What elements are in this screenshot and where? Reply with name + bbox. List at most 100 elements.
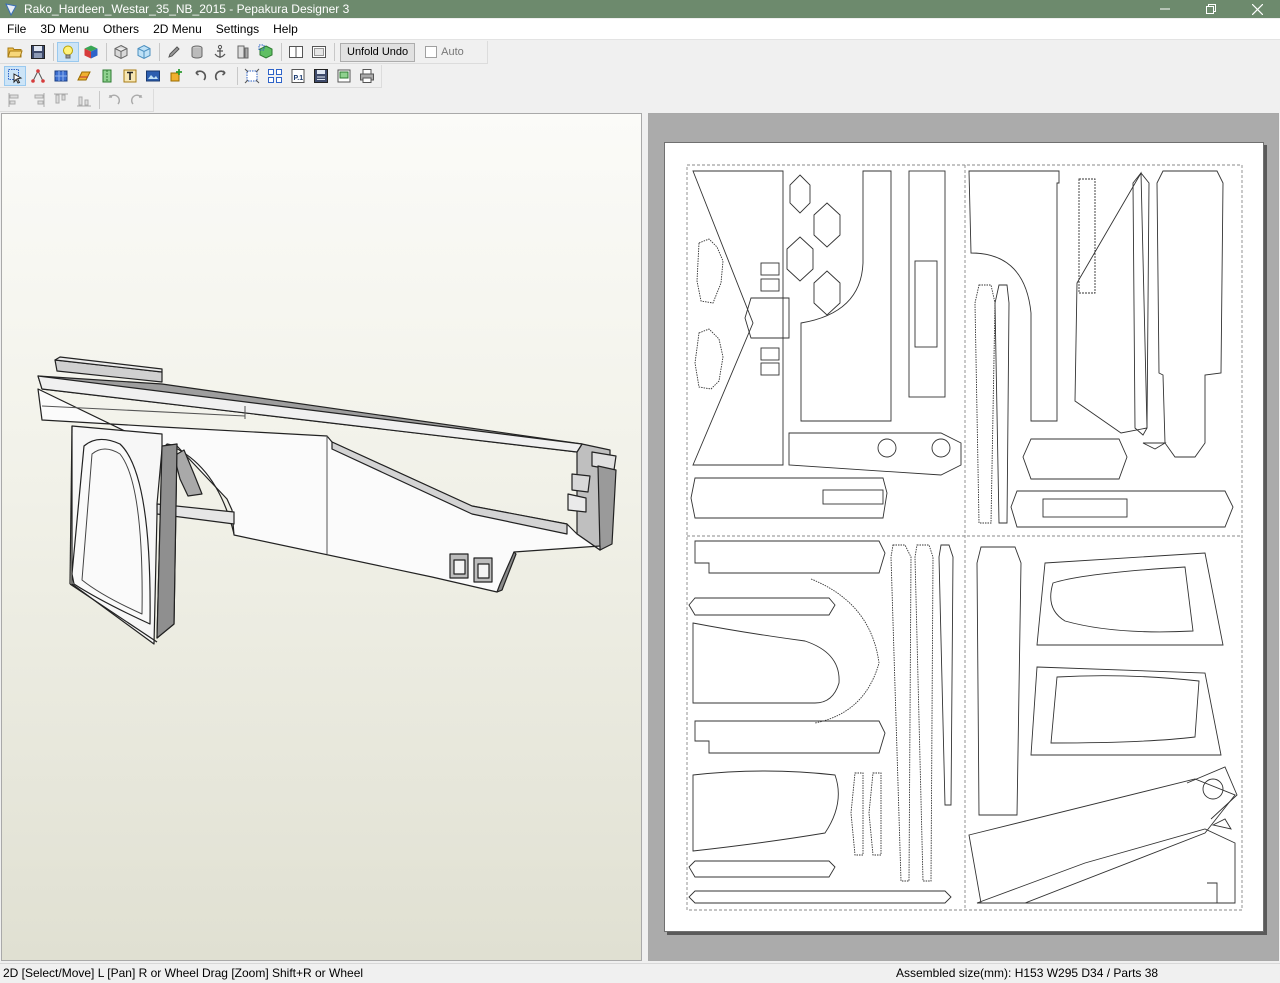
page-number-button[interactable]: P.1 — [287, 66, 309, 86]
svg-text:P.1: P.1 — [294, 75, 304, 82]
align-bottom-icon — [77, 96, 91, 107]
color-cube-icon — [84, 45, 98, 59]
color-cube-button[interactable] — [80, 42, 102, 62]
show-textures-button[interactable] — [133, 42, 155, 62]
minimize-button[interactable] — [1142, 0, 1188, 18]
print-button[interactable] — [356, 66, 378, 86]
save-button[interactable] — [27, 42, 49, 62]
cylinder-view-button[interactable] — [232, 42, 254, 62]
join-edges-icon — [31, 69, 45, 83]
textured-cube-icon — [137, 44, 151, 60]
open-file-button[interactable] — [4, 42, 26, 62]
align-right-icon — [34, 93, 45, 107]
texture-button[interactable] — [50, 66, 72, 86]
align-bottom-button[interactable] — [73, 90, 95, 110]
redo-icon — [214, 70, 226, 81]
single-pane-button[interactable] — [285, 42, 307, 62]
menu-2d[interactable]: 2D Menu — [146, 19, 209, 39]
split-view-icon — [289, 46, 303, 58]
3d-pistol-model[interactable] — [2, 114, 642, 961]
text-tool-icon — [123, 69, 137, 83]
toolbar-separator — [99, 91, 100, 109]
restore-button[interactable] — [1188, 0, 1234, 18]
close-icon — [1251, 3, 1263, 15]
toolbar-separator — [106, 43, 107, 61]
page-number-icon: P.1 — [291, 69, 305, 83]
wire-cube-icon — [114, 44, 128, 60]
unfold-undo-button[interactable]: Unfold Undo — [340, 42, 416, 62]
auto-checkbox-wrap[interactable]: Auto — [425, 46, 464, 58]
green-cube-icon — [258, 44, 273, 59]
floppy-disk-icon — [31, 45, 45, 59]
align-left-icon — [8, 93, 19, 107]
assembled-size: Assembled size(mm): H153 W295 D34 / Part… — [896, 966, 1159, 980]
menu-settings[interactable]: Settings — [209, 19, 266, 39]
edit-flaps-button[interactable] — [73, 66, 95, 86]
align-left-button[interactable] — [4, 90, 26, 110]
panel-icon — [237, 45, 249, 59]
select-move-button[interactable] — [4, 66, 26, 86]
2d-unfold-pane[interactable] — [648, 113, 1279, 961]
align-top-button[interactable] — [50, 90, 72, 110]
dual-pane-button[interactable] — [308, 42, 330, 62]
add-part-button[interactable] — [165, 66, 187, 86]
menu-3d[interactable]: 3D Menu — [33, 19, 96, 39]
edit-toolbar: P.1 — [0, 65, 382, 88]
status-bar: 2D [Select/Move] L [Pan] R or Wheel Drag… — [0, 963, 1280, 983]
toolbar-separator — [53, 43, 54, 61]
move-part-button[interactable] — [255, 42, 277, 62]
add-part-icon — [170, 69, 182, 82]
pepakura-window: Rako_Hardeen_Westar_35_NB_2015 - Pepakur… — [0, 0, 1280, 983]
auto-checkbox[interactable] — [425, 46, 438, 58]
window-controls — [1142, 0, 1280, 18]
3d-view-pane[interactable] — [1, 113, 642, 961]
rotate-ccw-icon — [108, 94, 121, 105]
toolbar-separator — [281, 43, 282, 61]
export-icon — [337, 69, 351, 83]
anchor-button[interactable] — [209, 42, 231, 62]
align-right-button[interactable] — [27, 90, 49, 110]
box-view-button[interactable] — [186, 42, 208, 62]
toolbar-separator — [159, 43, 160, 61]
redo-button[interactable] — [211, 66, 233, 86]
text-tool-button[interactable] — [119, 66, 141, 86]
undo-button[interactable] — [188, 66, 210, 86]
menu-bar: File 3D Menu Others 2D Menu Settings Hel… — [0, 19, 1280, 40]
unfold-parts-layout[interactable] — [665, 143, 1265, 933]
fit-page-button[interactable] — [241, 66, 263, 86]
light-bulb-icon — [63, 45, 73, 59]
folder-icon — [7, 47, 23, 58]
menu-help[interactable]: Help — [266, 19, 305, 39]
close-button[interactable] — [1234, 0, 1280, 18]
menu-others[interactable]: Others — [96, 19, 146, 39]
texture-icon — [54, 70, 68, 82]
arrange-parts-button[interactable] — [264, 66, 286, 86]
export-image-button[interactable] — [333, 66, 355, 86]
rotate-ccw-button[interactable] — [103, 90, 125, 110]
select-arrow-icon — [8, 69, 23, 84]
toolbar-separator — [237, 67, 238, 85]
edit-lines-button[interactable] — [163, 42, 185, 62]
flaps-icon — [77, 71, 91, 81]
menu-file[interactable]: File — [0, 19, 33, 39]
print-setup-button[interactable] — [310, 66, 332, 86]
fold-lines-button[interactable] — [96, 66, 118, 86]
rotate-cw-button[interactable] — [126, 90, 148, 110]
light-button[interactable] — [57, 42, 79, 62]
show-faces-button[interactable] — [110, 42, 132, 62]
main-toolbar: Unfold Undo Auto — [0, 41, 488, 64]
image-icon — [146, 70, 160, 82]
cylinder-icon — [191, 45, 203, 59]
minimize-icon — [1160, 8, 1170, 10]
window-title: Rako_Hardeen_Westar_35_NB_2015 - Pepakur… — [24, 2, 350, 16]
status-hint: 2D [Select/Move] L [Pan] R or Wheel Drag… — [3, 966, 364, 980]
print-page — [664, 142, 1264, 932]
join-edges-button[interactable] — [27, 66, 49, 86]
arrange-icon — [268, 69, 282, 83]
title-bar: Rako_Hardeen_Westar_35_NB_2015 - Pepakur… — [0, 0, 1280, 18]
printer-icon — [360, 69, 374, 83]
auto-label: Auto — [441, 46, 464, 58]
pepakura-logo-icon — [5, 3, 17, 16]
save-pages-icon — [314, 69, 328, 83]
image-tool-button[interactable] — [142, 66, 164, 86]
